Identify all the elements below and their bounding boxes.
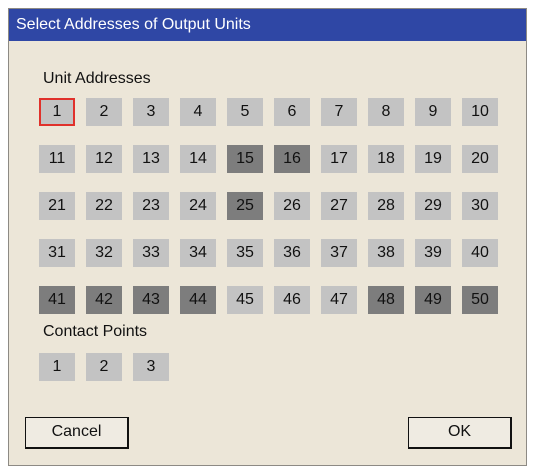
unit-address-41[interactable]: 41 xyxy=(39,286,75,314)
unit-address-23[interactable]: 23 xyxy=(133,192,169,220)
unit-address-48[interactable]: 48 xyxy=(368,286,404,314)
unit-address-12[interactable]: 12 xyxy=(86,145,122,173)
unit-address-36[interactable]: 36 xyxy=(274,239,310,267)
unit-address-15[interactable]: 15 xyxy=(227,145,263,173)
unit-address-50[interactable]: 50 xyxy=(462,286,498,314)
unit-address-46[interactable]: 46 xyxy=(274,286,310,314)
unit-address-21[interactable]: 21 xyxy=(39,192,75,220)
unit-address-29[interactable]: 29 xyxy=(415,192,451,220)
contact-point-2[interactable]: 2 xyxy=(86,353,122,381)
unit-address-47[interactable]: 47 xyxy=(321,286,357,314)
unit-address-28[interactable]: 28 xyxy=(368,192,404,220)
unit-address-1[interactable]: 1 xyxy=(39,98,75,126)
unit-address-7[interactable]: 7 xyxy=(321,98,357,126)
unit-address-49[interactable]: 49 xyxy=(415,286,451,314)
unit-address-8[interactable]: 8 xyxy=(368,98,404,126)
unit-address-13[interactable]: 13 xyxy=(133,145,169,173)
contact-point-1[interactable]: 1 xyxy=(39,353,75,381)
unit-address-20[interactable]: 20 xyxy=(462,145,498,173)
unit-address-19[interactable]: 19 xyxy=(415,145,451,173)
unit-address-32[interactable]: 32 xyxy=(86,239,122,267)
unit-address-10[interactable]: 10 xyxy=(462,98,498,126)
unit-address-24[interactable]: 24 xyxy=(180,192,216,220)
unit-address-11[interactable]: 11 xyxy=(39,145,75,173)
unit-address-6[interactable]: 6 xyxy=(274,98,310,126)
unit-address-45[interactable]: 45 xyxy=(227,286,263,314)
unit-address-30[interactable]: 30 xyxy=(462,192,498,220)
unit-address-35[interactable]: 35 xyxy=(227,239,263,267)
unit-address-42[interactable]: 42 xyxy=(86,286,122,314)
unit-address-38[interactable]: 38 xyxy=(368,239,404,267)
unit-address-2[interactable]: 2 xyxy=(86,98,122,126)
unit-address-39[interactable]: 39 xyxy=(415,239,451,267)
unit-address-44[interactable]: 44 xyxy=(180,286,216,314)
unit-address-43[interactable]: 43 xyxy=(133,286,169,314)
unit-address-33[interactable]: 33 xyxy=(133,239,169,267)
ok-button[interactable]: OK xyxy=(408,417,512,449)
unit-address-3[interactable]: 3 xyxy=(133,98,169,126)
unit-address-34[interactable]: 34 xyxy=(180,239,216,267)
unit-address-26[interactable]: 26 xyxy=(274,192,310,220)
unit-address-9[interactable]: 9 xyxy=(415,98,451,126)
unit-address-5[interactable]: 5 xyxy=(227,98,263,126)
cancel-button[interactable]: Cancel xyxy=(25,417,129,449)
unit-address-31[interactable]: 31 xyxy=(39,239,75,267)
contact-point-3[interactable]: 3 xyxy=(133,353,169,381)
unit-address-16[interactable]: 16 xyxy=(274,145,310,173)
unit-addresses-label: Unit Addresses xyxy=(43,70,151,87)
unit-address-17[interactable]: 17 xyxy=(321,145,357,173)
unit-address-40[interactable]: 40 xyxy=(462,239,498,267)
unit-address-37[interactable]: 37 xyxy=(321,239,357,267)
dialog-title: Select Addresses of Output Units xyxy=(9,9,526,41)
contact-points-label: Contact Points xyxy=(43,323,148,340)
unit-address-4[interactable]: 4 xyxy=(180,98,216,126)
unit-address-22[interactable]: 22 xyxy=(86,192,122,220)
unit-address-18[interactable]: 18 xyxy=(368,145,404,173)
unit-address-14[interactable]: 14 xyxy=(180,145,216,173)
unit-address-25[interactable]: 25 xyxy=(227,192,263,220)
unit-address-27[interactable]: 27 xyxy=(321,192,357,220)
